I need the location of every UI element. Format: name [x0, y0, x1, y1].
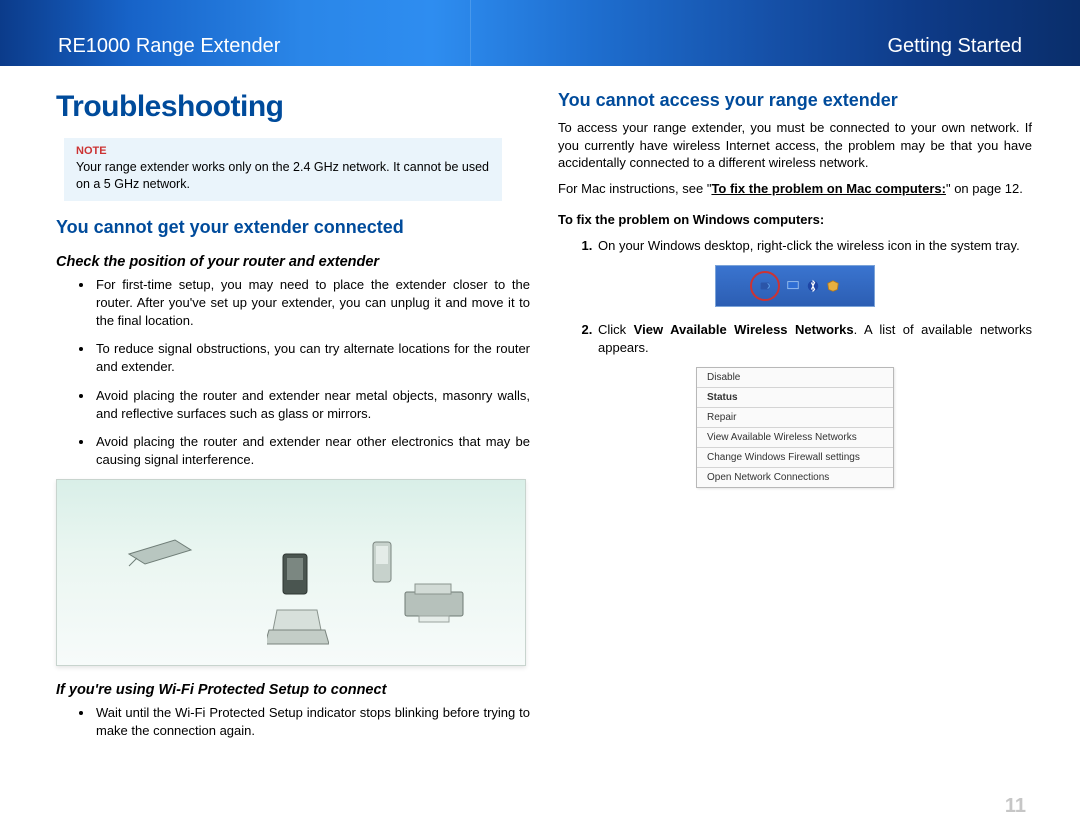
- wps-bullets: Wait until the Wi-Fi Protected Setup ind…: [56, 704, 530, 740]
- step-1: On your Windows desktop, right-click the…: [596, 237, 1032, 255]
- bluetooth-icon: [806, 279, 820, 293]
- list-item: To reduce signal obstructions, you can t…: [94, 340, 530, 376]
- menu-item: Change Windows Firewall settings: [697, 448, 893, 468]
- laptop-icon: [267, 608, 329, 650]
- list-item: Avoid placing the router and extender ne…: [94, 433, 530, 469]
- extender-icon: [277, 548, 317, 604]
- menu-item: Open Network Connections: [697, 468, 893, 487]
- context-menu-illustration: Disable Status Repair View Available Wir…: [696, 367, 894, 488]
- menu-command: View Available Wireless Networks: [634, 322, 854, 337]
- header-section: Getting Started: [887, 35, 1022, 58]
- windows-steps-2: Click View Available Wireless Networks. …: [558, 321, 1032, 357]
- note-box: Note Your range extender works only on t…: [64, 138, 502, 201]
- text: Click: [598, 322, 634, 337]
- text: For Mac instructions, see ": [558, 181, 711, 196]
- right-column: You cannot access your range extender To…: [558, 90, 1032, 751]
- phone-icon: [369, 540, 397, 586]
- windows-fix-heading: To fix the problem on Windows computers:: [558, 211, 1032, 229]
- system-tray-illustration: [715, 265, 875, 307]
- mac-link: To fix the problem on Mac computers:: [711, 181, 946, 196]
- product-name: RE1000 Range Extender: [58, 35, 280, 58]
- note-label: Note: [76, 144, 490, 159]
- wps-heading: If you're using Wi-Fi Protected Setup to…: [56, 682, 530, 698]
- right-section-heading: You cannot access your range extender: [558, 90, 1032, 111]
- header-band: RE1000 Range Extender Getting Started: [0, 0, 1080, 66]
- page-body: Troubleshooting Note Your range extender…: [0, 66, 1080, 751]
- windows-steps: On your Windows desktop, right-click the…: [558, 237, 1032, 255]
- list-item: Avoid placing the router and extender ne…: [94, 387, 530, 423]
- right-intro: To access your range extender, you must …: [558, 119, 1032, 172]
- left-section-heading: You cannot get your extender connected: [56, 217, 530, 238]
- mac-reference: For Mac instructions, see "To fix the pr…: [558, 180, 1032, 198]
- printer-icon: [399, 580, 471, 626]
- note-text: Your range extender works only on the 2.…: [76, 159, 490, 193]
- position-bullets: For first-time setup, you may need to pl…: [56, 276, 530, 470]
- step-2: Click View Available Wireless Networks. …: [596, 321, 1032, 357]
- page-title: Troubleshooting: [56, 90, 530, 124]
- shield-icon: [826, 279, 840, 293]
- menu-item: Status: [697, 388, 893, 408]
- wireless-icon: [758, 279, 772, 293]
- menu-item: Repair: [697, 408, 893, 428]
- menu-item: View Available Wireless Networks: [697, 428, 893, 448]
- text: " on page 12.: [946, 181, 1023, 196]
- devices-illustration: [56, 479, 526, 666]
- router-icon: [125, 528, 195, 568]
- highlight-circle-icon: [750, 271, 780, 301]
- list-item: For first-time setup, you may need to pl…: [94, 276, 530, 331]
- left-column: Troubleshooting Note Your range extender…: [56, 90, 530, 751]
- list-item: Wait until the Wi-Fi Protected Setup ind…: [94, 704, 530, 740]
- monitor-icon: [786, 279, 800, 293]
- menu-item: Disable: [697, 368, 893, 388]
- page-number: 11: [1005, 795, 1026, 818]
- check-position-heading: Check the position of your router and ex…: [56, 254, 530, 270]
